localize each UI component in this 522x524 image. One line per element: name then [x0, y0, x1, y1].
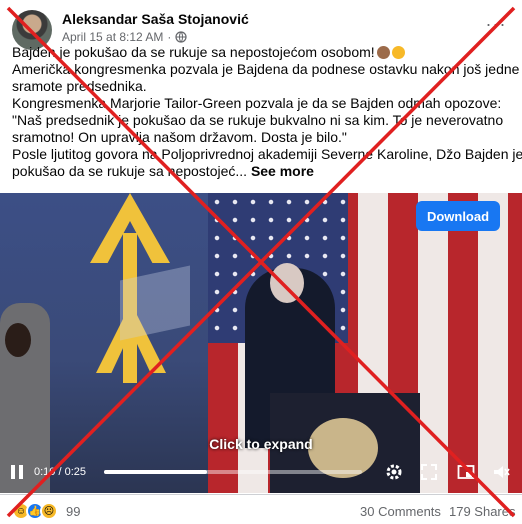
post-line: Kongresmenka Marjorie Tailor-Green pozva… [12, 95, 502, 111]
laughing-emoji-icon [391, 46, 405, 59]
pip-icon[interactable] [457, 463, 475, 481]
progress-fill [104, 470, 208, 474]
post-line: sramote predsednika. [12, 78, 147, 94]
download-button[interactable]: Download [416, 201, 500, 231]
post-line: sramotno! On upravlja našom državom. Dos… [12, 129, 347, 145]
progress-bar[interactable] [104, 470, 362, 474]
speaker-head [270, 263, 304, 303]
comments-count[interactable]: 30 Comments [360, 504, 441, 519]
timestamp[interactable]: April 15 at 8:12 AM [62, 30, 163, 44]
post-line: Bajden je pokušao da se rukuje sa nepost… [12, 44, 512, 61]
post-meta: April 15 at 8:12 AM · [62, 30, 187, 44]
post-line: Američka kongresmenka pozvala je Bajdena… [12, 61, 520, 77]
globe-icon [175, 31, 187, 43]
post-line: Posle ljutitog govora na Poljoprivrednoj… [12, 146, 522, 162]
post-header: Aleksandar Saša Stojanović April 15 at 8… [12, 8, 510, 50]
volume-icon[interactable] [492, 463, 510, 481]
post-line: pokušao da se rukuje sa nepostojeć... Se… [12, 163, 314, 179]
bystander-head [5, 323, 31, 357]
post-footer: ☺ 👍 ☹ 99 30 Comments 179 Shares [0, 494, 522, 524]
fullscreen-icon[interactable] [420, 463, 438, 481]
video-controls: 0:10 / 0:25 [0, 458, 522, 488]
click-to-expand[interactable]: Click to expand [0, 436, 522, 452]
shares-count[interactable]: 179 Shares [449, 504, 516, 519]
meta-separator: · [167, 30, 172, 44]
reactions-summary[interactable]: ☺ 👍 ☹ 99 [12, 502, 80, 520]
post-line: "Naš predsednik je pokušao da se rukuje … [12, 112, 504, 128]
more-options-button[interactable]: ··· [482, 10, 510, 38]
post-text: Bajden je pokušao da se rukuje sa nepost… [12, 44, 522, 180]
facepalm-emoji-icon [376, 46, 390, 59]
sad-reaction-icon: ☹ [40, 502, 58, 520]
time-label: 0:10 / 0:25 [34, 466, 86, 478]
reaction-count: 99 [66, 503, 81, 519]
author-name[interactable]: Aleksandar Saša Stojanović [62, 11, 249, 27]
see-more-link[interactable]: See more [251, 163, 314, 179]
play-icon[interactable] [10, 464, 24, 480]
gear-icon[interactable] [385, 463, 403, 481]
